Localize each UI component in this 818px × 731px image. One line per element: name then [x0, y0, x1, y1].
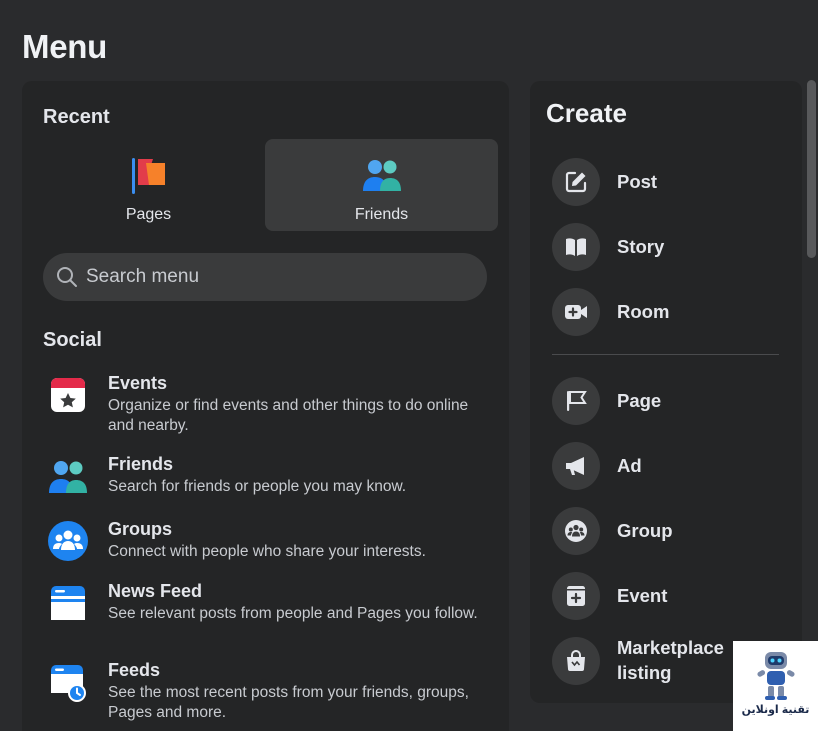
- create-item-circle: [552, 223, 600, 271]
- groups-icon: [48, 521, 88, 561]
- book-icon: [566, 238, 586, 256]
- recent-item-friends[interactable]: Friends: [265, 139, 498, 231]
- create-item-label: Story: [617, 236, 665, 257]
- shopping-bag-icon: [567, 650, 585, 671]
- create-title: Create: [546, 98, 627, 128]
- create-item-label: Event: [617, 585, 668, 606]
- create-item-label: Room: [617, 301, 670, 322]
- recent-title: Recent: [43, 106, 110, 128]
- create-item-circle: [552, 507, 600, 555]
- calendar-plus-icon: [567, 586, 585, 606]
- news-feed-icon: [51, 586, 85, 620]
- left-panel: Recent Pages Friends Social: [22, 81, 509, 731]
- create-item-circle: [552, 377, 600, 425]
- feeds-icon: [51, 665, 86, 702]
- page-scrollbar[interactable]: [804, 80, 818, 731]
- megaphone-icon: [566, 457, 584, 475]
- create-post-button[interactable]: Post: [552, 158, 792, 206]
- create-story-button[interactable]: Story: [552, 223, 792, 271]
- recent-item-pages[interactable]: Pages: [32, 139, 265, 231]
- create-item-circle: [552, 288, 600, 336]
- create-event-button[interactable]: Event: [552, 572, 792, 620]
- social-item-name: Groups: [108, 519, 173, 539]
- social-item-desc: See the most recent posts from your frie…: [108, 684, 469, 721]
- social-item-name: News Feed: [108, 581, 203, 601]
- social-title: Social: [43, 329, 102, 351]
- create-item-label: Page: [617, 390, 662, 411]
- create-page-button[interactable]: Page: [552, 377, 792, 425]
- robot-logo: [757, 652, 795, 700]
- social-item-name: Events: [108, 373, 168, 393]
- pages-flag-icon: [131, 158, 165, 194]
- create-item-circle: [552, 637, 600, 685]
- social-item-name: Friends: [108, 454, 174, 474]
- create-item-circle: [552, 442, 600, 490]
- create-item-label: Group: [617, 520, 673, 541]
- social-item-name: Feeds: [108, 660, 161, 680]
- watermark: تقنية اونلاين: [733, 641, 818, 731]
- create-room-button[interactable]: Room: [552, 288, 792, 336]
- create-divider: [552, 354, 779, 355]
- flag-icon: [567, 391, 587, 411]
- create-item-circle: [552, 158, 600, 206]
- edit-icon: [565, 171, 587, 193]
- events-icon: [51, 378, 85, 412]
- social-item-desc: Search for friends or people you may kno…: [108, 478, 407, 495]
- social-item-desc: See relevant posts from people and Pages…: [108, 605, 478, 622]
- search-menu-box[interactable]: [43, 253, 487, 301]
- scrollbar-thumb[interactable]: [807, 80, 816, 258]
- recent-item-label: Friends: [354, 206, 409, 223]
- friends-icon: [362, 160, 401, 191]
- recent-item-label: Pages: [125, 206, 172, 223]
- video-plus-icon: [565, 305, 587, 319]
- create-panel: Create Post Story Room Page Ad Group Eve…: [530, 81, 802, 703]
- create-item-label: Ad: [617, 455, 642, 476]
- menu-title: Menu: [22, 28, 107, 65]
- create-ad-button[interactable]: Ad: [552, 442, 792, 490]
- create-item-label: Post: [617, 171, 658, 192]
- watermark-text: تقنية اونلاين: [741, 704, 810, 716]
- group-icon: [565, 520, 587, 542]
- search-icon: [57, 267, 77, 287]
- social-item-desc: Connect with people who share your inter…: [108, 543, 426, 560]
- create-group-button[interactable]: Group: [552, 507, 792, 555]
- social-item-desc: Organize or find events and other things…: [108, 397, 469, 434]
- create-item-circle: [552, 572, 600, 620]
- friends-icon: [49, 461, 87, 493]
- search-input[interactable]: [86, 253, 476, 301]
- create-item-label: Marketplace listing: [617, 637, 724, 683]
